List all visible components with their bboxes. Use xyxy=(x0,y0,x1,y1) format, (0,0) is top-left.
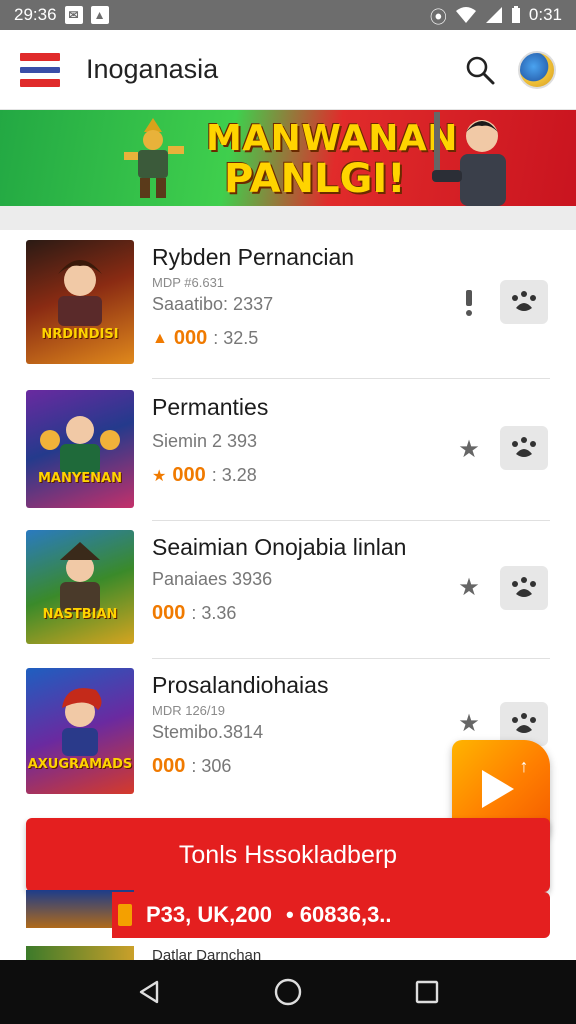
game-title[interactable]: Seaimian Onojabia linlan xyxy=(152,534,442,561)
rating-arrow-icon: ▲ xyxy=(152,329,168,347)
rating-score: : 306 xyxy=(191,756,232,776)
info-icon[interactable] xyxy=(454,288,484,318)
banner-headline: MANWANAN xyxy=(206,118,458,159)
paw-icon xyxy=(512,291,536,311)
game-rating: 000 : 3.36 xyxy=(152,602,442,625)
paw-icon xyxy=(512,437,536,457)
download-button[interactable] xyxy=(500,566,548,610)
game-thumbnail[interactable]: AXUGRAMADS xyxy=(26,668,134,794)
paw-icon xyxy=(512,577,536,597)
vibrate-icon: ⦿ xyxy=(429,7,447,27)
home-icon[interactable] xyxy=(268,972,308,1012)
download-button[interactable] xyxy=(500,280,548,324)
recents-icon[interactable] xyxy=(407,972,447,1012)
game-meta: Stemibo.3814 xyxy=(152,722,264,742)
game-thumbnail[interactable]: MANYENAN xyxy=(26,390,134,508)
status-bar: 29:36 ✉ ▲ ⦿ 0:31 xyxy=(0,0,576,30)
game-meta: Saaatibo: 2337 xyxy=(152,294,274,314)
signal-icon xyxy=(485,7,502,23)
soldier-character-icon xyxy=(432,112,506,206)
price-tag-icon xyxy=(118,904,132,926)
price-right: • 60836,3.. xyxy=(285,902,392,927)
thumbnail-caption: AXUGRAMADS xyxy=(27,757,133,772)
battery-icon xyxy=(511,6,520,23)
game-title[interactable]: Datlar Darnchan xyxy=(152,946,261,960)
wifi-icon xyxy=(455,7,476,23)
game-meta: Panaiaes 3936 xyxy=(152,569,273,589)
primary-action-button[interactable]: Tonls Hssokladberp xyxy=(26,818,550,892)
flag-icon[interactable] xyxy=(20,52,60,87)
price-bar[interactable]: P33, UK,200 • 60836,3.. xyxy=(112,892,550,938)
section-divider xyxy=(0,206,576,230)
row-divider xyxy=(152,378,550,379)
rating-stars: 000 xyxy=(173,327,208,349)
game-thumbnail[interactable]: NRDINDISI xyxy=(26,240,134,364)
favorite-star-icon[interactable]: ★ xyxy=(454,572,484,602)
game-title[interactable]: Permanties xyxy=(152,394,442,421)
rating-stars: 000 xyxy=(152,755,186,777)
rating-stars: 000 xyxy=(152,602,186,624)
status-clock: 0:31 xyxy=(528,5,562,24)
favorite-star-icon[interactable]: ★ xyxy=(454,708,484,738)
system-nav-bar xyxy=(0,960,576,1024)
banner-subheadline: PANLGI! xyxy=(224,156,406,202)
avatar[interactable] xyxy=(518,50,556,89)
row-divider xyxy=(152,520,550,521)
game-thumbnail[interactable] xyxy=(26,946,134,960)
rating-star-icon: ★ xyxy=(152,467,167,485)
game-rating: ▲ 000 : 32.5 xyxy=(152,327,442,350)
rating-score: : 3.28 xyxy=(211,465,257,485)
game-meta: Siemin 2 393 xyxy=(152,431,258,451)
status-time: 29:36 xyxy=(14,5,57,24)
rating-stars: 000 xyxy=(172,464,206,486)
download-button[interactable] xyxy=(500,426,548,470)
row-divider xyxy=(152,658,550,659)
favorite-star-icon[interactable]: ★ xyxy=(454,434,484,464)
game-rating: 000 : 306 xyxy=(152,755,442,778)
game-rating: ★ 000 : 3.28 xyxy=(152,464,442,487)
photo-icon: ▲ xyxy=(90,6,109,24)
thumbnail-caption: NASTBIAN xyxy=(42,607,118,622)
promo-banner[interactable]: MANWANAN PANLGI! xyxy=(0,110,576,206)
game-title[interactable]: Rybden Pernancian xyxy=(152,244,442,271)
hero-character-icon xyxy=(124,118,184,198)
thumbnail-caption: MANYENAN xyxy=(38,471,122,486)
rating-score: : 32.5 xyxy=(213,328,259,348)
notification-icon: ↑ xyxy=(519,756,529,776)
thumbnail-caption: NRDINDISI xyxy=(41,327,119,342)
rating-score: : 3.36 xyxy=(191,603,237,623)
notification-icon: ✉ xyxy=(64,6,83,24)
game-title[interactable]: Prosalandiohaias xyxy=(152,672,442,699)
search-icon[interactable] xyxy=(460,50,500,90)
game-code: MDP #6.631 xyxy=(152,275,225,290)
app-bar: Inoganasia xyxy=(0,30,576,110)
game-code: MDR 126/19 xyxy=(152,703,225,718)
app-title: Inoganasia xyxy=(86,54,219,84)
price-left: P33, UK,200 xyxy=(146,902,272,927)
back-icon[interactable] xyxy=(129,972,169,1012)
paw-icon xyxy=(512,713,536,733)
game-thumbnail[interactable]: NASTBIAN xyxy=(26,530,134,644)
